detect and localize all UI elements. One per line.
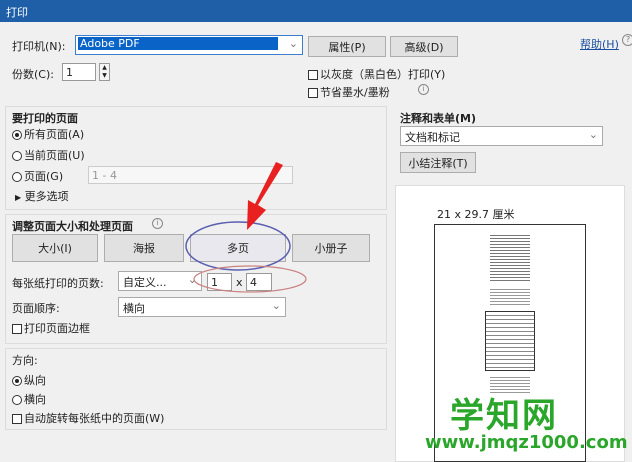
blue-circle-annotation bbox=[185, 221, 291, 271]
red-arrow-annotation bbox=[247, 162, 283, 230]
watermark-url: www.jmqz1000.com bbox=[425, 432, 628, 453]
watermark-logo: 学知网 bbox=[450, 396, 558, 436]
